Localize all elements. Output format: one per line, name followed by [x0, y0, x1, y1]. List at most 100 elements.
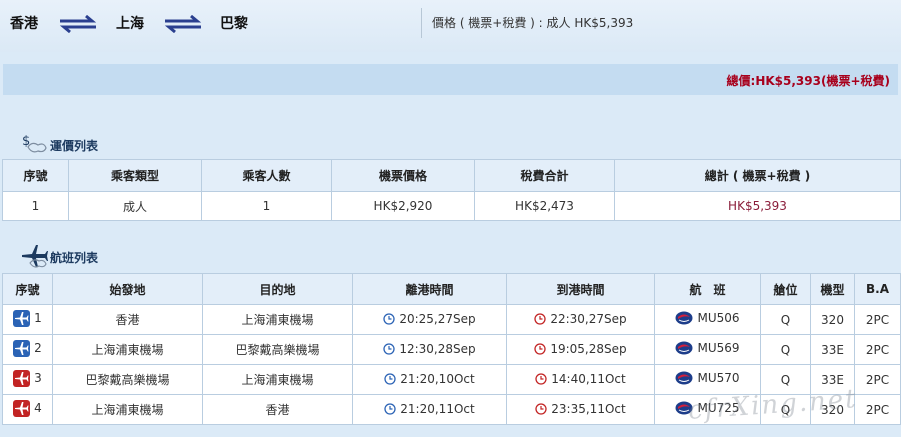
money-icon: $	[22, 134, 47, 153]
flight-destination: 香港	[202, 394, 353, 425]
col-header-passenger-type: 乘客類型	[68, 159, 202, 192]
flight-arrival: 23:35,11Oct	[506, 394, 655, 425]
airline-logo-icon	[675, 341, 693, 355]
flight-baggage: 2PC	[854, 334, 901, 365]
fare-no: 1	[2, 191, 69, 221]
table-row: 1 成人 1 HK$2,920 HK$2,473 HK$5,393	[2, 191, 901, 221]
table-row: 2 上海浦東機場 巴黎戴高樂機場 12:30,28Sep 19:05,28Sep MU56…	[2, 334, 901, 365]
depart-flight-icon	[13, 309, 31, 327]
swap-arrows-icon	[59, 15, 97, 33]
flight-origin: 上海浦東機場	[52, 394, 203, 425]
flight-number[interactable]: MU506	[654, 304, 761, 335]
clock-icon	[535, 402, 547, 415]
depart-flight-icon	[13, 339, 31, 357]
flight-destination: 巴黎戴高樂機場	[202, 334, 353, 365]
flight-no: 1	[2, 304, 53, 335]
col-header-departure-time: 離港時間	[352, 273, 507, 305]
clock-icon	[534, 312, 546, 325]
flight-origin: 巴黎戴高樂機場	[52, 364, 203, 395]
table-row: 1 香港 上海浦東機場 20:25,27Sep 22:30,27Sep MU506 Q 320…	[2, 304, 901, 335]
fare-tax-total: HK$2,473	[474, 191, 615, 221]
clock-icon	[384, 372, 396, 385]
flight-cabin: Q	[760, 334, 811, 365]
flight-number-label: MU570	[697, 371, 740, 385]
svg-text:$: $	[22, 134, 30, 149]
col-header-no: 序號	[2, 273, 53, 305]
flight-header-row: 序號 始發地 目的地 離港時間 到港時間 航 班 艙位 機型 B.A	[2, 273, 901, 305]
arrival-time: 19:05,28Sep	[550, 341, 627, 356]
route-city-origin: 香港	[10, 16, 38, 32]
flight-baggage: 2PC	[854, 394, 901, 425]
col-header-passenger-count: 乘客人數	[201, 159, 332, 192]
flight-arrival: 14:40,11Oct	[506, 364, 655, 395]
fare-section-header: $ 運價列表	[0, 131, 901, 159]
airline-logo-icon	[675, 371, 693, 385]
total-price: 總價:HK$5,393(機票+稅費)	[726, 74, 890, 88]
col-header-flight: 航 班	[654, 273, 761, 305]
flight-destination: 上海浦東機場	[202, 304, 353, 335]
flight-cabin: Q	[760, 304, 811, 335]
departure-time: 12:30,28Sep	[399, 341, 476, 356]
flight-arrival: 22:30,27Sep	[506, 304, 655, 335]
route-city-destination: 巴黎	[220, 16, 248, 32]
flight-no: 4	[2, 394, 53, 425]
fare-section-title: 運價列表	[50, 139, 99, 153]
airline-logo-icon	[675, 311, 693, 325]
flight-departure: 21:20,10Oct	[352, 364, 507, 395]
flight-number[interactable]: MU569	[654, 334, 761, 365]
col-header-ticket-price: 機票價格	[331, 159, 475, 192]
total-bar: 總價:HK$5,393(機票+稅費)	[3, 64, 898, 95]
col-header-arrival-time: 到港時間	[506, 273, 655, 305]
arrival-time: 23:35,11Oct	[551, 401, 626, 416]
flight-no-label: 3	[34, 371, 42, 385]
col-header-cabin: 艙位	[760, 273, 811, 305]
flight-no-label: 4	[34, 401, 42, 415]
col-header-grand-total: 總計 ( 機票+稅費 )	[614, 159, 901, 192]
clock-icon	[383, 342, 395, 355]
col-header-destination: 目的地	[202, 273, 353, 305]
swap-arrows-icon	[164, 15, 202, 33]
clock-icon	[535, 372, 547, 385]
col-header-no: 序號	[2, 159, 69, 192]
return-flight-icon	[13, 369, 31, 387]
clock-icon	[534, 342, 546, 355]
flight-departure: 20:25,27Sep	[352, 304, 507, 335]
flight-no: 2	[2, 334, 53, 365]
departure-time: 21:20,11Oct	[400, 401, 475, 416]
fare-passenger-count: 1	[201, 191, 332, 221]
departure-time: 21:20,10Oct	[400, 371, 475, 386]
flight-number-label: MU569	[697, 341, 740, 355]
fare-grand-total: HK$5,393	[614, 191, 901, 221]
flight-baggage: 2PC	[854, 304, 901, 335]
flight-aircraft: 33E	[810, 334, 855, 365]
flight-departure: 12:30,28Sep	[352, 334, 507, 365]
col-header-tax-total: 稅費合計	[474, 159, 615, 192]
clock-icon	[383, 312, 395, 325]
flight-no-label: 1	[34, 311, 42, 325]
flight-number-label: MU506	[697, 311, 740, 325]
flight-baggage: 2PC	[854, 364, 901, 395]
fare-passenger-type: 成人	[68, 191, 202, 221]
route-header: 香港 上海 巴黎 價格 ( 機票+稅費 ) : 成人 HK$5,393	[0, 0, 901, 52]
price-summary: 價格 ( 機票+稅費 ) : 成人 HK$5,393	[421, 8, 633, 38]
flight-section-header: 航班列表	[0, 243, 901, 271]
flight-destination: 上海浦東機場	[202, 364, 353, 395]
flight-section-title: 航班列表	[50, 251, 99, 265]
clock-icon	[384, 402, 396, 415]
return-flight-icon	[13, 399, 31, 417]
flight-no-label: 2	[34, 341, 42, 355]
departure-time: 20:25,27Sep	[399, 311, 476, 326]
fare-header-row: 序號 乘客類型 乘客人數 機票價格 稅費合計 總計 ( 機票+稅費 )	[2, 159, 901, 192]
flight-number[interactable]: MU570	[654, 364, 761, 395]
flight-arrival: 19:05,28Sep	[506, 334, 655, 365]
flight-origin: 上海浦東機場	[52, 334, 203, 365]
fare-table: 序號 乘客類型 乘客人數 機票價格 稅費合計 總計 ( 機票+稅費 ) 1 成人…	[2, 159, 901, 221]
flight-no: 3	[2, 364, 53, 395]
route-city-transit: 上海	[116, 16, 144, 32]
airplane-icon	[22, 245, 48, 268]
col-header-baggage: B.A	[854, 273, 901, 305]
flight-origin: 香港	[52, 304, 203, 335]
col-header-origin: 始發地	[52, 273, 203, 305]
fare-ticket-price: HK$2,920	[331, 191, 475, 221]
arrival-time: 14:40,11Oct	[551, 371, 626, 386]
